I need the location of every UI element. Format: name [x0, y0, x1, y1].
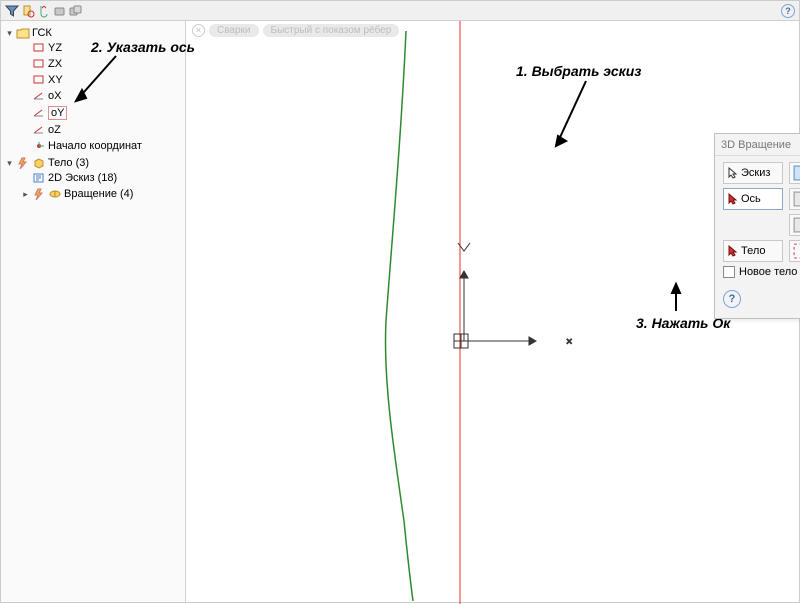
tree-node-gsk[interactable]: ▾ ГСК — [3, 26, 183, 40]
tree-node-ox[interactable]: oX — [19, 89, 183, 103]
help-icon[interactable]: ? — [723, 290, 741, 308]
preview-icon-4[interactable] — [789, 240, 800, 262]
preview-icon-3[interactable] — [789, 214, 800, 236]
tree-node-revolution[interactable]: ▸ Вращение (4) — [19, 187, 183, 201]
tree-label: oY — [48, 106, 67, 120]
button-label: Тело — [741, 245, 766, 257]
button-label: Ось — [741, 193, 761, 205]
cursor-icon — [728, 245, 738, 257]
annotation-1: 1. Выбрать эскиз — [516, 63, 641, 79]
tab-welds[interactable]: Сварки — [209, 24, 259, 37]
cursor-icon — [728, 167, 738, 179]
body-icon — [32, 157, 46, 169]
tab-edges[interactable]: Быстрый с показом рёбер — [263, 24, 400, 37]
help-icon[interactable]: ? — [781, 4, 795, 18]
tree-node-body[interactable]: ▾ Тело (3) — [3, 156, 183, 170]
associative-checkbox-row[interactable]: Новое тело ассоциативно — [723, 262, 800, 284]
axis-icon — [32, 90, 46, 102]
viewport-canvas: × — [186, 21, 800, 604]
preview-icon-2[interactable] — [789, 188, 800, 210]
checkbox[interactable] — [723, 266, 735, 278]
toolbar-icon-2[interactable] — [37, 4, 51, 18]
model-tree-sidebar: ▾ ГСК YZ ZX XY oX oY oZ Начало координат… — [1, 21, 186, 602]
button-label: Эскиз — [741, 167, 770, 179]
viewport-3d[interactable]: × Сварки Быстрый с показом рёбер × 1. Вы… — [186, 21, 799, 602]
dialog-titlebar[interactable]: 3D Вращение × — [715, 134, 800, 156]
top-toolbar: ? — [1, 1, 799, 21]
revolution-icon — [48, 188, 62, 200]
select-body-button[interactable]: Тело — [723, 240, 783, 262]
svg-text:×: × — [566, 336, 572, 348]
tree-node-xy[interactable]: XY — [19, 73, 183, 87]
collapse-icon[interactable]: ▾ — [5, 159, 14, 168]
tab-close-icon[interactable]: × — [192, 24, 205, 37]
folder-icon — [16, 27, 30, 39]
flash-icon — [16, 157, 30, 169]
preview-icon-1[interactable] — [789, 162, 800, 184]
tree-label: oZ — [48, 124, 61, 136]
tree-node-origin[interactable]: Начало координат — [19, 139, 183, 153]
axis-icon — [32, 107, 46, 119]
sketch-icon — [32, 172, 46, 184]
tree-label: Тело (3) — [48, 157, 89, 169]
dialog-title: 3D Вращение — [721, 139, 791, 151]
tree-label: oX — [48, 90, 61, 102]
viewport-tabs: × Сварки Быстрый с показом рёбер — [186, 21, 399, 39]
tree-node-sketch2d[interactable]: 2D Эскиз (18) — [19, 171, 183, 185]
toolbar-icon-4[interactable] — [69, 4, 83, 18]
tree-node-oy[interactable]: oY — [19, 105, 183, 121]
tree-node-oz[interactable]: oZ — [19, 123, 183, 137]
dialog-3d-revolution: 3D Вращение × Эскиз Ось — [714, 133, 800, 319]
origin-icon — [32, 140, 46, 152]
expand-icon[interactable]: ▸ — [21, 190, 30, 199]
tree-label: YZ — [48, 42, 62, 54]
tree-label: Вращение (4) — [64, 188, 133, 200]
axis-icon — [32, 124, 46, 136]
plane-icon — [32, 42, 46, 54]
tree-node-zx[interactable]: ZX — [19, 57, 183, 71]
checkbox-label: Новое тело ассоциативно — [739, 266, 800, 278]
tree-label: 2D Эскиз (18) — [48, 172, 117, 184]
tree-label: ZX — [48, 58, 62, 70]
toolbar-icon-1[interactable] — [21, 4, 35, 18]
tree-label: Начало координат — [48, 140, 142, 152]
select-sketch-button[interactable]: Эскиз — [723, 162, 783, 184]
collapse-icon[interactable]: ▾ — [5, 29, 14, 38]
cursor-icon — [728, 193, 738, 205]
toolbar-icon-3[interactable] — [53, 4, 67, 18]
flash-icon — [32, 188, 46, 200]
tree-label: ГСК — [32, 27, 52, 39]
tree-label: XY — [48, 74, 63, 86]
annotation-2: 2. Указать ось — [91, 39, 195, 55]
filter-icon[interactable] — [5, 4, 19, 18]
plane-icon — [32, 74, 46, 86]
plane-icon — [32, 58, 46, 70]
select-axis-button[interactable]: Ось — [723, 188, 783, 210]
